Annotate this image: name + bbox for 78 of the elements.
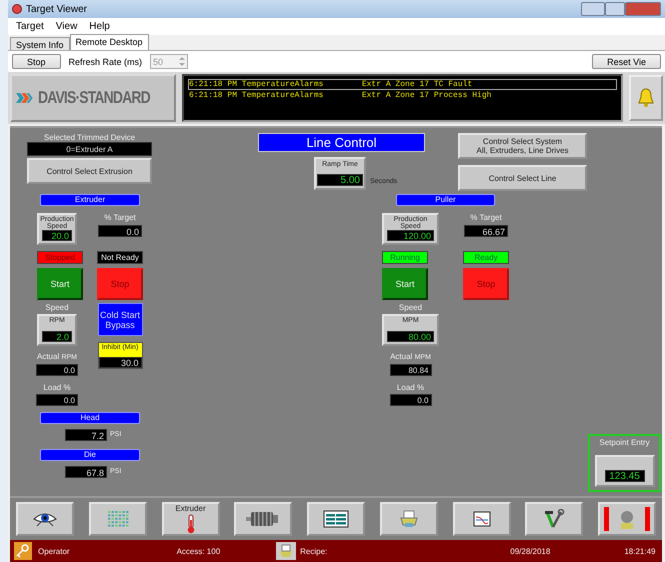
nav-button[interactable]	[307, 502, 365, 536]
bell-icon	[637, 88, 655, 108]
pressure-display: 7.2	[65, 429, 107, 441]
refresh-rate-label: Refresh Rate (ms)	[68, 56, 142, 66]
load-display: 0.0	[390, 394, 432, 406]
speed-setpoint-display: 2.0	[42, 331, 72, 342]
actual-display: 0.0	[36, 364, 78, 376]
table-icon	[323, 510, 349, 528]
key-icon	[14, 542, 32, 560]
run-status: Stopped	[37, 251, 83, 264]
bell-button[interactable]	[629, 75, 663, 121]
nav-button[interactable]	[234, 502, 292, 536]
setpoint-label: Setpoint Entry	[599, 438, 650, 447]
window-title: Target Viewer	[26, 4, 87, 14]
selected-device-display: 0=Extruder A	[27, 142, 152, 156]
nav-button[interactable]	[452, 502, 510, 536]
actual-display: 80.84	[390, 364, 432, 376]
inhibit-display: 30.0	[98, 357, 142, 368]
printer-icon	[398, 510, 419, 528]
pressure-header: Head	[40, 412, 140, 424]
thermometer-icon	[186, 514, 196, 534]
tools-icon	[543, 509, 566, 529]
section-header: Puller	[396, 194, 495, 206]
setpoint-display: 123.45	[604, 470, 644, 482]
nav-button[interactable]: Extruder	[162, 502, 220, 536]
start-button[interactable]: Start	[37, 268, 83, 300]
run-status: Running	[382, 251, 428, 264]
menu-item[interactable]: Target	[16, 21, 44, 32]
time-label: 18:21:49	[624, 546, 656, 556]
section-header: Extruder	[40, 194, 140, 206]
pressure-display: 67.8	[65, 466, 107, 478]
alarm-row[interactable]: 6:21:18 PM TemperatureAlarms Extr A Zone 17 TC Fault	[188, 79, 617, 90]
load-display: 0.0	[36, 394, 78, 406]
alarm-light-icon	[603, 506, 651, 532]
setpoint-button[interactable]: 123.45	[594, 455, 654, 487]
target-label: % Target	[104, 213, 136, 222]
logo: DAVIS·STANDARD	[10, 74, 176, 122]
nav-button[interactable]	[16, 502, 74, 536]
nav-button[interactable]	[525, 502, 584, 536]
speed-label: Speed	[398, 303, 422, 312]
target-display: 66.67	[464, 225, 508, 237]
tab[interactable]: System Info	[10, 37, 70, 50]
target-label: % Target	[470, 213, 502, 222]
stop-button[interactable]: Stop	[12, 54, 61, 69]
date-label: 09/28/2018	[510, 546, 550, 556]
speed-label: Speed	[45, 303, 69, 312]
control-select-button[interactable]: Control Select Line	[458, 165, 587, 191]
start-button[interactable]: Start	[382, 268, 428, 300]
grid-icon	[106, 510, 129, 528]
user-label: Operator	[38, 546, 70, 556]
cold-start-bypass-button[interactable]: Cold Start Bypass	[98, 303, 142, 336]
menu-item[interactable]: View	[56, 21, 78, 32]
selected-device-label: Selected Trimmed Device	[44, 133, 136, 142]
speed-display: 20.0	[42, 230, 72, 241]
eye-icon	[33, 511, 57, 527]
speed-display: 120.00	[387, 230, 434, 241]
speed-setpoint-display: 80.00	[387, 331, 434, 342]
tab[interactable]: Remote Desktop	[70, 34, 149, 50]
recipe-icon	[276, 542, 296, 560]
load-label: Load %	[43, 383, 71, 392]
control-select-extrusion-button[interactable]: Control Select Extrusion	[27, 158, 152, 184]
control-select-button[interactable]: Control Select System All, Extruders, Line Drives	[458, 133, 587, 159]
chart-window-icon	[472, 511, 490, 527]
ready-status: Not Ready	[97, 251, 143, 264]
minimize-button[interactable]	[581, 2, 605, 16]
line-control-title: Line Control	[258, 133, 425, 152]
menu-item[interactable]: Help	[89, 21, 110, 32]
pressure-header: Die	[40, 449, 140, 461]
load-label: Load %	[396, 383, 424, 392]
reset-view-button[interactable]: Reset Vie	[592, 54, 661, 69]
ramp-time-display: 5.00	[317, 174, 363, 186]
recipe-label: Recipe:	[300, 546, 328, 556]
ready-status: Ready	[463, 251, 509, 264]
alarm-row[interactable]: 6:21:18 PM TemperatureAlarms Extr A Zone 17 Process High	[188, 90, 617, 101]
target-display: 0.0	[98, 225, 142, 237]
access-label: Access: 100	[176, 546, 220, 556]
maximize-button[interactable]	[605, 2, 625, 16]
app-icon	[12, 4, 22, 14]
